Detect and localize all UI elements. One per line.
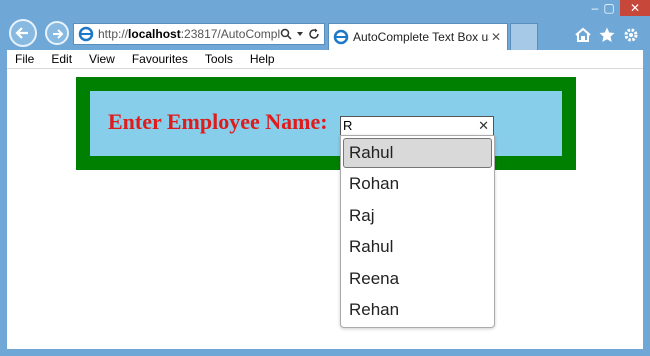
clear-input-button[interactable]: ✕ (478, 117, 489, 135)
employee-search-input[interactable] (343, 118, 473, 133)
tab-close-button[interactable]: ✕ (489, 30, 503, 44)
search-icon[interactable] (280, 28, 292, 40)
dropdown-icon[interactable] (296, 30, 304, 38)
menu-file[interactable]: File (7, 52, 43, 66)
autocomplete-dropdown: Rahul Rohan Raj Rahul Reena Rehan (340, 135, 495, 328)
menu-help[interactable]: Help (242, 52, 284, 66)
suggestion-item[interactable]: Rehan (341, 294, 494, 326)
menu-favourites[interactable]: Favourites (124, 52, 197, 66)
maximize-button[interactable]: ▢ (598, 0, 620, 16)
forward-button[interactable] (45, 21, 69, 45)
suggestion-item[interactable]: Raj (341, 200, 494, 232)
tab-title: AutoComplete Text Box usi... (353, 30, 489, 44)
employee-name-label: Enter Employee Name: (108, 109, 328, 134)
browser-tab[interactable]: AutoComplete Text Box usi... ✕ (328, 23, 508, 50)
ie-logo-icon (333, 29, 349, 45)
browser-chrome: ‒ ▢ ✕ http://localhost:23817/AutoComple … (0, 0, 650, 50)
menu-tools[interactable]: Tools (197, 52, 242, 66)
suggestion-item[interactable]: Rahul (343, 138, 492, 168)
employee-search-field[interactable]: ✕ (340, 116, 494, 136)
employee-panel: Enter Employee Name: (76, 77, 576, 170)
address-bar[interactable]: http://localhost:23817/AutoComple (73, 23, 325, 45)
home-icon[interactable] (574, 26, 592, 44)
settings-gear-icon[interactable] (622, 26, 640, 44)
close-window-button[interactable]: ✕ (620, 0, 650, 16)
window-bottom-border (0, 349, 650, 356)
forward-arrow-icon (53, 29, 64, 39)
menu-bar: File Edit View Favourites Tools Help (7, 50, 643, 69)
menu-edit[interactable]: Edit (43, 52, 81, 66)
back-button[interactable] (9, 19, 37, 47)
address-url: http://localhost:23817/AutoComple (98, 27, 280, 41)
ie-logo-icon (78, 26, 94, 42)
new-tab-button[interactable] (510, 23, 538, 50)
suggestion-item[interactable]: Reena (341, 263, 494, 295)
suggestion-item[interactable]: Rohan (341, 168, 494, 200)
back-arrow-icon (15, 27, 28, 39)
refresh-icon[interactable] (308, 28, 320, 40)
suggestion-item[interactable]: Rahul (341, 231, 494, 263)
menu-view[interactable]: View (81, 52, 124, 66)
page-viewport: Enter Employee Name: ✕ Rahul Rohan Raj R… (7, 69, 643, 349)
favorites-star-icon[interactable] (598, 26, 616, 44)
